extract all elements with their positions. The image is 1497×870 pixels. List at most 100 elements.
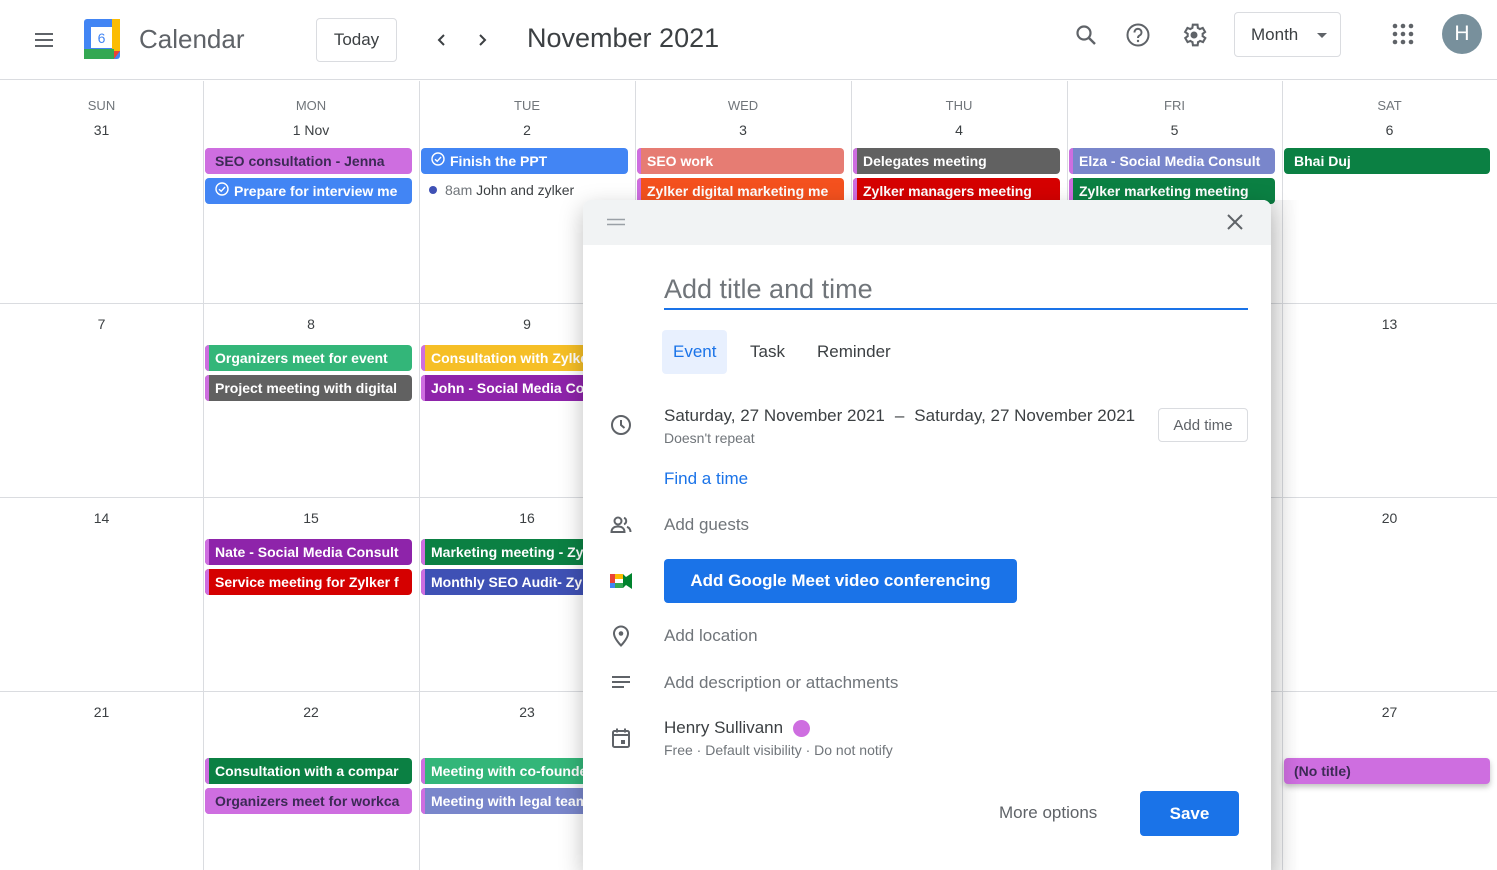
calendar-owner-name: Henry Sullivann [664, 718, 784, 737]
day-cell[interactable]: SAT 6 Bhai Duj [1282, 81, 1497, 303]
event-chip[interactable]: SEO work [637, 148, 844, 174]
tab-reminder[interactable]: Reminder [806, 330, 902, 374]
day-cell[interactable]: 7 [0, 303, 203, 497]
calendar-color-dot [793, 719, 811, 737]
add-guests-field[interactable]: Add guests [664, 515, 749, 535]
tab-event[interactable]: Event [662, 330, 728, 374]
event-title: Prepare for interview me [234, 183, 398, 199]
account-avatar[interactable]: H [1442, 14, 1482, 54]
day-number[interactable]: 27 [1282, 704, 1497, 720]
calendar-color-strip [421, 539, 425, 565]
day-number[interactable]: 5 [1067, 122, 1282, 138]
add-time-button[interactable]: Add time [1158, 408, 1248, 442]
event-title: Consultation with Zylker [431, 350, 594, 366]
task-chip[interactable]: Finish the PPT [421, 148, 628, 174]
day-number[interactable]: 31 [0, 122, 203, 138]
calendar-logo-icon: 6 [84, 19, 124, 59]
event-chip[interactable]: Delegates meeting [853, 148, 1060, 174]
event-chip[interactable]: Elza - Social Media Consult [1069, 148, 1275, 174]
dropdown-caret-icon [1317, 33, 1327, 38]
repeat-setting[interactable]: Doesn't repeat [664, 430, 755, 446]
event-date-range[interactable]: Saturday, 27 November 2021– Saturday, 27 … [664, 406, 1135, 426]
calendar-color-strip [421, 788, 425, 814]
day-number[interactable]: 21 [0, 704, 203, 720]
event-chip[interactable]: Service meeting for Zylker f [205, 569, 412, 595]
dialog-header[interactable] [583, 200, 1271, 245]
calendar-owner[interactable]: Henry Sullivann [664, 718, 811, 738]
day-number[interactable]: 8 [203, 316, 419, 332]
tab-task[interactable]: Task [739, 330, 796, 374]
add-description-field[interactable]: Add description or attachments [664, 673, 898, 693]
current-month-title: November 2021 [527, 23, 720, 53]
event-title: Meeting with legal team [431, 793, 589, 809]
view-select-dropdown[interactable]: Month [1234, 12, 1341, 57]
day-number[interactable]: 7 [0, 316, 203, 332]
event-title: SEO consultation - Jenna [215, 153, 385, 169]
event-title: Project meeting with digital [215, 380, 398, 396]
event-chip[interactable]: Nate - Social Media Consult [205, 539, 412, 565]
day-cell[interactable]: MON 1 Nov SEO consultation - Jenna Prepare … [203, 81, 419, 303]
calendar-color-strip [205, 569, 209, 595]
event-chip[interactable]: Organizers meet for event [205, 345, 412, 371]
save-button[interactable]: Save [1140, 791, 1239, 836]
search-icon[interactable] [1068, 17, 1104, 53]
day-number[interactable]: 4 [851, 122, 1067, 138]
day-cell[interactable]: 15 Nate - Social Media Consult Service mee… [203, 497, 419, 691]
availability-visibility-notify[interactable]: Free · Default visibility · Do not notif… [664, 742, 893, 758]
day-of-week-label: SUN [87, 98, 116, 113]
day-cell[interactable]: 13 [1282, 303, 1497, 497]
day-cell[interactable]: 14 [0, 497, 203, 691]
previous-month-button[interactable] [426, 24, 458, 56]
event-title: Nate - Social Media Consult [215, 544, 399, 560]
app-title: Calendar [139, 24, 245, 54]
day-of-week-label: SAT [1377, 98, 1402, 113]
main-menu-icon[interactable] [26, 22, 62, 58]
end-date[interactable]: Saturday, 27 November 2021 [914, 406, 1135, 425]
day-cell[interactable]: 20 [1282, 497, 1497, 691]
day-number[interactable]: 15 [203, 510, 419, 526]
day-of-week-label: TUE [514, 98, 540, 113]
calendar-color-strip [637, 148, 641, 174]
day-cell[interactable]: 21 [0, 691, 203, 870]
calendar-color-strip [205, 758, 209, 784]
event-title-input[interactable] [664, 270, 1248, 310]
location-pin-icon [609, 624, 633, 648]
day-cell[interactable]: 22 Consultation with a compar Organizers m… [203, 691, 419, 870]
task-chip[interactable]: Prepare for interview me [205, 178, 412, 204]
day-of-week-label: WED [727, 98, 759, 113]
day-number[interactable]: 20 [1282, 510, 1497, 526]
day-cell[interactable]: SUN 31 [0, 81, 203, 303]
day-cell[interactable]: 27 (No title) [1282, 691, 1497, 870]
event-title: Organizers meet for workca [215, 793, 400, 809]
event-chip[interactable]: Consultation with a compar [205, 758, 412, 784]
settings-gear-icon[interactable] [1176, 17, 1212, 53]
today-button[interactable]: Today [316, 18, 397, 62]
add-location-field[interactable]: Add location [664, 626, 758, 646]
event-chip[interactable]: Organizers meet for workca [205, 788, 412, 814]
event-chip[interactable]: (No title) [1284, 758, 1490, 784]
day-number[interactable]: 1 Nov [203, 122, 419, 138]
event-chip[interactable]: Project meeting with digital [205, 375, 412, 401]
event-title: Zylker digital marketing me [647, 183, 829, 199]
day-number[interactable]: 3 [635, 122, 851, 138]
start-date[interactable]: Saturday, 27 November 2021 [664, 406, 885, 425]
next-month-button[interactable] [466, 24, 498, 56]
event-title: Service meeting for Zylker f [215, 574, 399, 590]
close-icon[interactable] [1221, 208, 1249, 236]
event-chip[interactable]: Bhai Duj [1284, 148, 1490, 174]
timed-event[interactable]: 8am John and zylker [419, 182, 574, 198]
more-options-button[interactable]: More options [999, 803, 1097, 823]
find-a-time-link[interactable]: Find a time [664, 469, 748, 489]
google-meet-icon [609, 569, 633, 593]
day-number[interactable]: 14 [0, 510, 203, 526]
day-number[interactable]: 6 [1282, 122, 1497, 138]
day-number[interactable]: 2 [419, 122, 635, 138]
day-number[interactable]: 22 [203, 704, 419, 720]
event-chip[interactable]: SEO consultation - Jenna [205, 148, 412, 174]
google-apps-grid-icon[interactable] [1385, 16, 1421, 52]
drag-handle-icon[interactable] [607, 218, 625, 226]
add-google-meet-button[interactable]: Add Google Meet video conferencing [664, 559, 1017, 603]
day-number[interactable]: 13 [1282, 316, 1497, 332]
day-cell[interactable]: 8 Organizers meet for event Project meetin… [203, 303, 419, 497]
help-icon[interactable] [1120, 17, 1156, 53]
